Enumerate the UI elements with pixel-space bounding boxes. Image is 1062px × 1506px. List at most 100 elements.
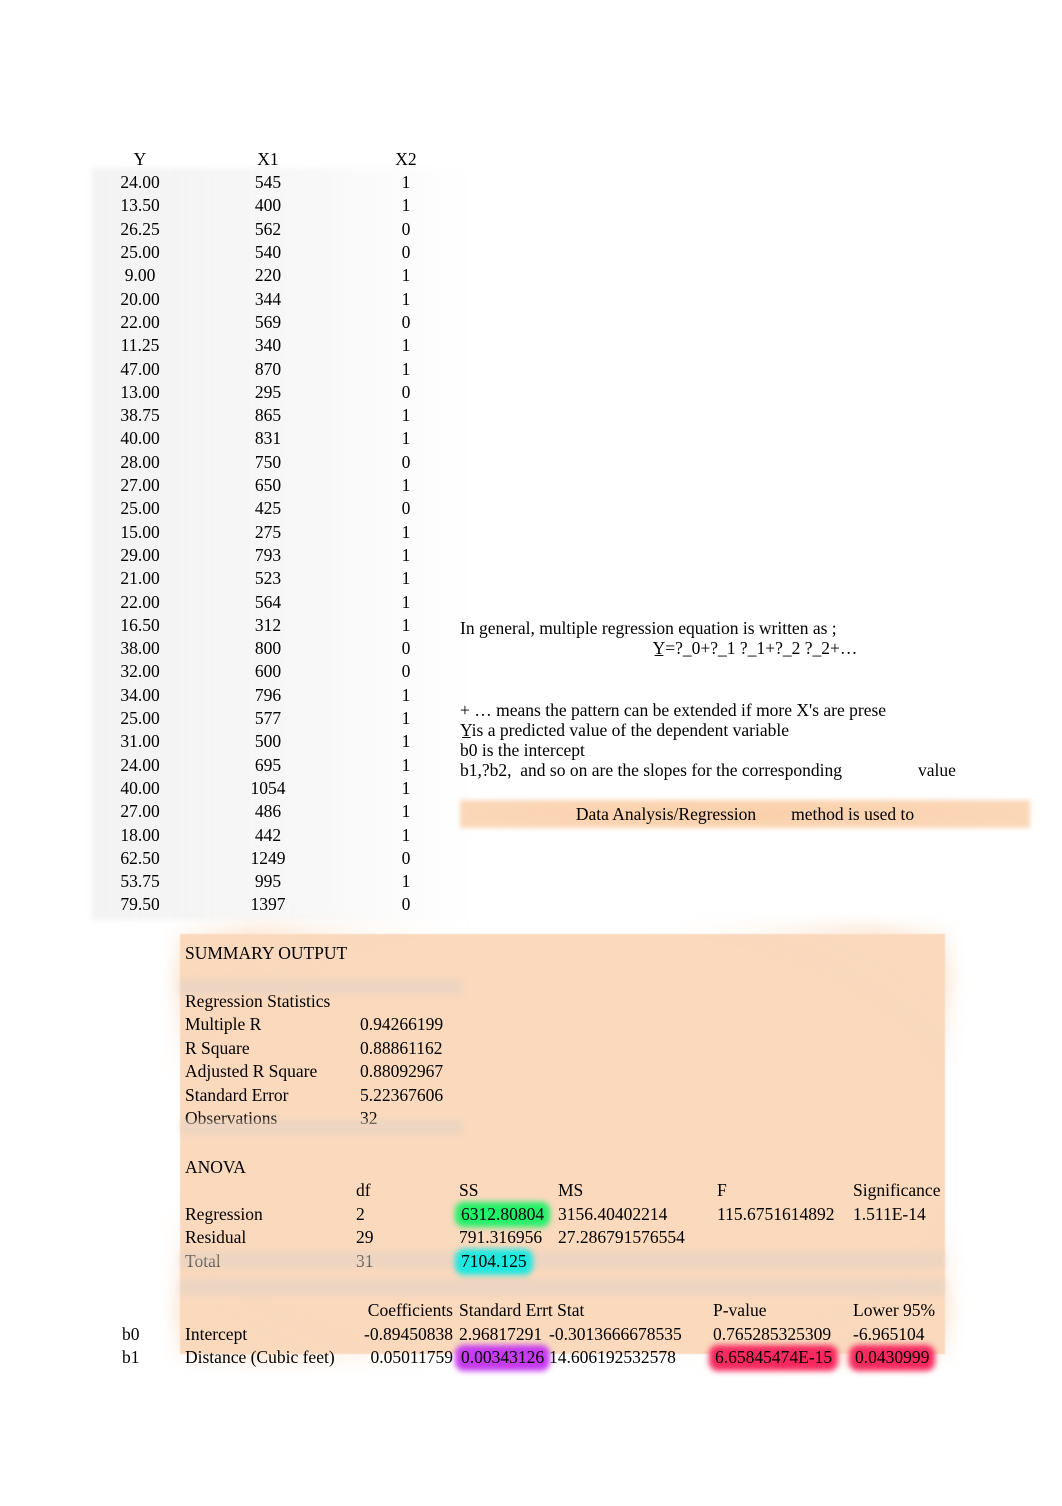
table-row: 25.00 425 0 xyxy=(92,497,464,520)
coefficients-p-value-intercept: 0.765285325309 xyxy=(713,1323,832,1344)
cell-x2: 1 xyxy=(401,801,411,822)
cell-y: 26.25 xyxy=(120,218,160,239)
stats-top-band xyxy=(180,980,462,994)
table-row: 24.00 695 1 xyxy=(92,754,464,777)
summary-output-panel: SUMMARY OUTPUT Regression Statistics Mul… xyxy=(122,934,945,1367)
stat-value-standard-error: 5.22367606 xyxy=(360,1084,444,1105)
cell-x2: 1 xyxy=(401,544,411,565)
cell-x2: 1 xyxy=(401,731,411,752)
notes-bullet-intercept: b0 is the intercept xyxy=(460,740,585,760)
cell-y: 31.00 xyxy=(120,731,160,752)
cell-x2: 1 xyxy=(401,288,411,309)
anova-label-regression: Regression xyxy=(185,1203,263,1224)
cell-x2: 1 xyxy=(401,195,411,216)
cell-y: 62.50 xyxy=(120,847,160,868)
anova-header-band xyxy=(180,1252,945,1268)
coefficients-b-label-b1: b1 xyxy=(122,1347,140,1368)
cell-x1: 796 xyxy=(254,684,282,705)
table-row: 13.00 295 0 xyxy=(92,381,464,404)
cell-x1: 545 xyxy=(254,172,282,193)
cell-y: 38.75 xyxy=(120,405,160,426)
column-header-x2: X2 xyxy=(395,148,417,169)
anova-significance-regression: 1.511E-14 xyxy=(853,1203,926,1224)
cell-x2: 0 xyxy=(401,218,411,239)
cell-x2: 1 xyxy=(401,824,411,845)
table-row: 53.75 995 1 xyxy=(92,870,464,893)
cell-x1: 442 xyxy=(254,824,282,845)
stat-label-r-square: R Square xyxy=(185,1037,250,1058)
table-row: 25.00 577 1 xyxy=(92,707,464,730)
cell-y: 13.50 xyxy=(120,195,160,216)
cell-y: 28.00 xyxy=(120,451,160,472)
cell-x1: 540 xyxy=(254,242,282,263)
table-row: 34.00 796 1 xyxy=(92,684,464,707)
cell-x2: 1 xyxy=(401,568,411,589)
column-header-y: Y xyxy=(133,148,147,169)
anova-header-significance: Significance xyxy=(853,1180,941,1200)
cell-y: 47.00 xyxy=(120,358,160,379)
cell-x2: 1 xyxy=(401,428,411,449)
table-row: 24.00 545 1 xyxy=(92,171,464,194)
table-row: 20.00 344 1 xyxy=(92,288,464,311)
coefficients-header-p-value: P-value xyxy=(713,1300,767,1320)
table-row: 25.00 540 0 xyxy=(92,241,464,264)
cell-y: 53.75 xyxy=(120,871,160,892)
cell-x2: 1 xyxy=(401,708,411,729)
anova-f-regression: 115.6751614892 xyxy=(717,1203,835,1224)
table-row: 32.00 600 0 xyxy=(92,661,464,684)
coefficients-header-standard-error-tstat: Standard Errt Stat xyxy=(459,1300,585,1320)
cell-y: 22.00 xyxy=(120,311,160,332)
table-row: 47.00 870 1 xyxy=(92,358,464,381)
coefficients-row-intercept: b0 Intercept -0.89450838 2.96817291 -0.3… xyxy=(122,1323,945,1347)
table-row: 38.75 865 1 xyxy=(92,404,464,427)
stat-label-multiple-r: Multiple R xyxy=(185,1014,262,1035)
stat-label-adjusted-r-square: Adjusted R Square xyxy=(185,1061,318,1082)
cell-y: 20.00 xyxy=(120,288,160,309)
anova-row-regression: Regression 2 6312.80804 3156.40402214 11… xyxy=(180,1203,945,1227)
anova-row-residual: Residual 29 791.316956 27.286791576554 xyxy=(180,1226,945,1250)
cell-x2: 0 xyxy=(401,638,411,659)
cell-x1: 800 xyxy=(254,638,282,659)
cell-x1: 425 xyxy=(254,498,282,519)
notes-slope-tail: value xyxy=(917,760,956,780)
cell-x2: 0 xyxy=(401,847,411,868)
cell-x1: 600 xyxy=(254,661,282,682)
coefficients-header-lower95: Lower 95% xyxy=(853,1300,936,1320)
cell-x1: 295 xyxy=(254,381,282,402)
coefficients-b-label-b0: b0 xyxy=(122,1323,140,1344)
anova-df-residual: 29 xyxy=(356,1227,374,1248)
cell-x1: 523 xyxy=(254,568,282,589)
coefficients-name-distance: Distance (Cubic feet) xyxy=(185,1347,335,1368)
table-row: 62.50 1249 0 xyxy=(92,847,464,870)
anova-ms-regression: 3156.40402214 xyxy=(558,1203,668,1224)
table-row: 26.25 562 0 xyxy=(92,218,464,241)
cell-y: 16.50 xyxy=(120,614,160,635)
notes-intro: In general, multiple regression equation… xyxy=(460,618,837,638)
coef-top-band xyxy=(180,1279,945,1295)
cell-x2: 1 xyxy=(401,405,411,426)
cell-x1: 486 xyxy=(254,801,282,822)
cell-y: 40.00 xyxy=(120,777,160,798)
cell-x1: 870 xyxy=(254,358,282,379)
cell-x1: 865 xyxy=(254,405,282,426)
cell-x1: 1249 xyxy=(250,847,286,868)
table-row: 11.25 340 1 xyxy=(92,334,464,357)
table-row: 13.50 400 1 xyxy=(92,195,464,218)
coefficients-name-intercept: Intercept xyxy=(185,1323,248,1344)
table-row: 9.00 220 1 xyxy=(92,264,464,287)
cell-y: 15.00 xyxy=(120,521,160,542)
cell-x1: 793 xyxy=(254,544,282,565)
worksheet-page: Y X1 X2 24.00 545 1 13.50 400 1 26.25 562 0 25.00… xyxy=(0,0,1062,1506)
method-note: Data Analysis/Regression method is used … xyxy=(575,804,915,824)
cell-x1: 220 xyxy=(254,265,282,286)
cell-y: 25.00 xyxy=(120,242,160,263)
cell-y: 32.00 xyxy=(120,661,160,682)
cell-x1: 275 xyxy=(254,521,282,542)
coefficients-lower95-intercept: -6.965104 xyxy=(853,1323,925,1344)
cell-x2: 1 xyxy=(401,172,411,193)
cell-x1: 344 xyxy=(254,288,282,309)
cell-x2: 1 xyxy=(401,358,411,379)
cell-y: 34.00 xyxy=(120,684,160,705)
cell-y: 27.00 xyxy=(120,801,160,822)
cell-x2: 0 xyxy=(401,381,411,402)
